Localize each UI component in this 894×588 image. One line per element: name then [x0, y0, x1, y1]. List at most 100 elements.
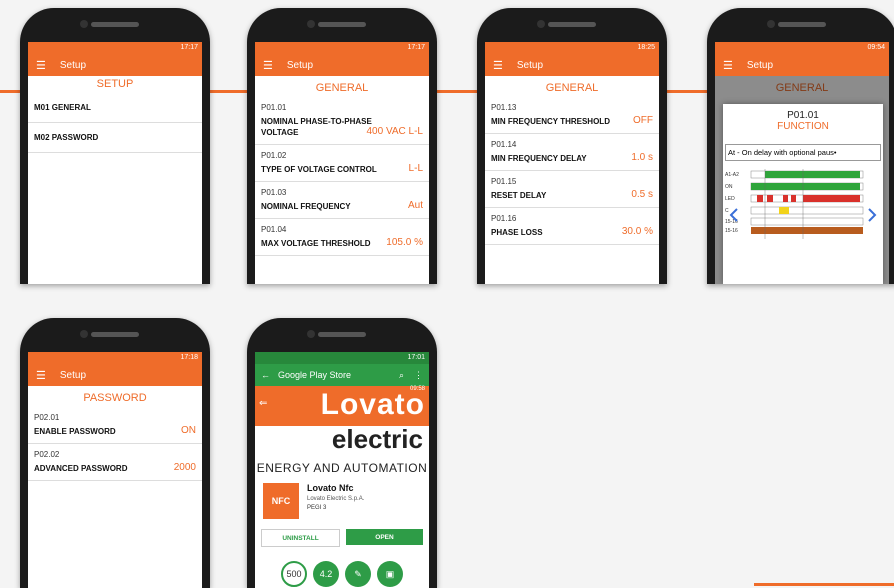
param-row[interactable]: P01.15 RESET DELAY 0.5 s — [485, 171, 659, 208]
param-label: ADVANCED PASSWORD — [34, 464, 128, 473]
param-code: P01.13 — [491, 103, 517, 112]
param-row[interactable]: P02.02 ADVANCED PASSWORD 2000 — [28, 444, 202, 481]
speaker — [778, 22, 826, 27]
app-info: NFC Lovato Nfc Lovato Electric S.p.A. PE… — [263, 483, 421, 519]
app-bar: ☰ Setup — [28, 54, 202, 76]
section-title: GENERAL — [545, 82, 599, 94]
timing-label: C — [725, 208, 729, 214]
phone-general-2: 18:25 ☰ Setup GENERAL P01.13 MIN FREQUENCY… — [477, 8, 667, 284]
app-bar: ☰ Setup — [715, 54, 889, 76]
param-label: MIN FREQUENCY DELAY — [491, 154, 587, 163]
decor-line — [0, 90, 22, 93]
app-bar: ☰ Setup — [485, 54, 659, 76]
camera — [767, 20, 775, 28]
param-label: NOMINAL FREQUENCY — [261, 202, 351, 211]
more-icon[interactable]: ⋮ — [414, 370, 423, 381]
app-bar: ☰ Setup — [255, 54, 429, 76]
app-developer[interactable]: Lovato Electric S.p.A. — [307, 496, 364, 502]
status-bar: 17:17 — [28, 42, 202, 54]
timing-diagram: A1-A2 ON LED C 15-16 15-16 — [725, 169, 877, 239]
app-icon: NFC — [263, 483, 299, 519]
menu-icon[interactable]: ☰ — [493, 59, 503, 72]
app-title: Setup — [59, 59, 87, 71]
menu-item-password[interactable]: M02 PASSWORD — [28, 123, 202, 153]
camera — [537, 20, 545, 28]
section-title: PASSWORD — [83, 392, 147, 404]
back-arrow-icon[interactable]: ← — [261, 370, 270, 380]
param-code: P02.01 — [34, 413, 60, 422]
param-code: P01.15 — [491, 177, 517, 186]
function-select[interactable]: At - On delay with optional paus• — [725, 144, 881, 161]
screen: 17:17 ☰ Setup GENERAL P01.01 NOMINAL PHASE… — [255, 42, 429, 284]
pegi-rating: PEGI 3 — [307, 505, 327, 511]
status-bar: 17:01 — [255, 352, 429, 364]
uninstall-button[interactable]: UNINSTALL — [261, 529, 340, 547]
param-row[interactable]: P01.14 MIN FREQUENCY DELAY 1.0 s — [485, 134, 659, 171]
decor-line — [754, 583, 894, 586]
param-code: P02.02 — [34, 450, 60, 459]
screen: 17:01 ← Google Play Store ⌕ ⋮ 09:58 ⇐ Lo… — [255, 352, 429, 588]
speaker — [548, 22, 596, 27]
back-arrow-icon[interactable]: ⇐ — [259, 398, 267, 409]
app-title: Setup — [746, 59, 774, 71]
menu-icon[interactable]: ☰ — [263, 59, 273, 72]
param-label: MIN FREQUENCY THRESHOLD — [491, 117, 610, 126]
phone-general-1: 17:17 ☰ Setup GENERAL P01.01 NOMINAL PHASE… — [247, 8, 437, 284]
play-store-bar: ← Google Play Store ⌕ ⋮ — [255, 364, 429, 386]
brand-electric: electric — [331, 424, 423, 454]
menu-icon[interactable]: ☰ — [723, 59, 733, 72]
open-button[interactable]: OPEN — [346, 529, 423, 545]
timing-label: ON — [725, 184, 733, 190]
param-row[interactable]: P01.02 TYPE OF VOLTAGE CONTROL L-L — [255, 145, 429, 182]
param-value: ON — [181, 425, 196, 436]
briefcase-icon: ▣ — [377, 561, 403, 587]
section-title: SETUP — [96, 78, 134, 90]
phone-setup: 17:17 ☰ Setup SETUP M01 GENERAL M02 PASSW… — [20, 8, 210, 284]
app-bar: ☰ Setup — [28, 364, 202, 386]
brand-banner: 09:58 ⇐ Lovato — [255, 386, 429, 426]
timing-label: 15-16 — [725, 228, 738, 234]
param-row[interactable]: P02.01 ENABLE PASSWORD ON — [28, 407, 202, 444]
param-label: PHASE LOSS — [491, 228, 543, 237]
param-row[interactable]: P01.01 NOMINAL PHASE-TO-PHASE VOLTAGE 400 … — [255, 97, 429, 145]
camera — [307, 330, 315, 338]
status-bar: 09:54 — [715, 42, 889, 54]
brand-logo: Lovato — [320, 388, 425, 421]
speaker — [318, 332, 366, 337]
param-code: P01.02 — [261, 151, 287, 160]
param-value: OFF — [633, 115, 653, 126]
param-value: 105.0 % — [386, 237, 423, 248]
speaker — [318, 22, 366, 27]
app-title: Setup — [286, 59, 314, 71]
phone-play-store: 17:01 ← Google Play Store ⌕ ⋮ 09:58 ⇐ Lo… — [247, 318, 437, 588]
dialog-title: P01.01 — [787, 110, 819, 121]
camera — [80, 330, 88, 338]
search-icon[interactable]: ⌕ — [399, 370, 404, 381]
param-value: 30.0 % — [621, 226, 653, 237]
param-value: 400 VAC L-L — [366, 126, 423, 137]
screen: 17:17 ☰ Setup SETUP M01 GENERAL M02 PASSW… — [28, 42, 202, 284]
menu-icon[interactable]: ☰ — [36, 59, 46, 72]
param-label: NOMINAL PHASE-TO-PHASE VOLTAGE — [261, 117, 372, 137]
speaker — [91, 332, 139, 337]
param-row[interactable]: P01.13 MIN FREQUENCY THRESHOLD OFF — [485, 97, 659, 134]
param-code: P01.01 — [261, 103, 287, 112]
decor-line — [435, 90, 477, 93]
param-value: Aut — [407, 200, 423, 211]
menu-icon[interactable]: ☰ — [36, 369, 46, 382]
downloads-badge: 500 — [281, 561, 307, 587]
param-row[interactable]: P01.16 PHASE LOSS 30.0 % — [485, 208, 659, 245]
param-row[interactable]: P01.04 MAX VOLTAGE THRESHOLD 105.0 % — [255, 219, 429, 256]
menu-item-general[interactable]: M01 GENERAL — [28, 93, 202, 123]
camera — [80, 20, 88, 28]
tagline: ENERGY AND AUTOMATION — [256, 461, 428, 475]
decor-line — [665, 90, 707, 93]
param-value: 2000 — [173, 462, 196, 473]
section-title: GENERAL — [315, 82, 369, 94]
app-name: Lovato Nfc — [307, 483, 354, 493]
speaker — [91, 22, 139, 27]
param-label: ENABLE PASSWORD — [34, 427, 116, 436]
phone-password: 17:18 ☰ Setup PASSWORD P02.01 ENABLE PASSW… — [20, 318, 210, 588]
param-value: 0.5 s — [631, 189, 653, 200]
param-row[interactable]: P01.03 NOMINAL FREQUENCY Aut — [255, 182, 429, 219]
